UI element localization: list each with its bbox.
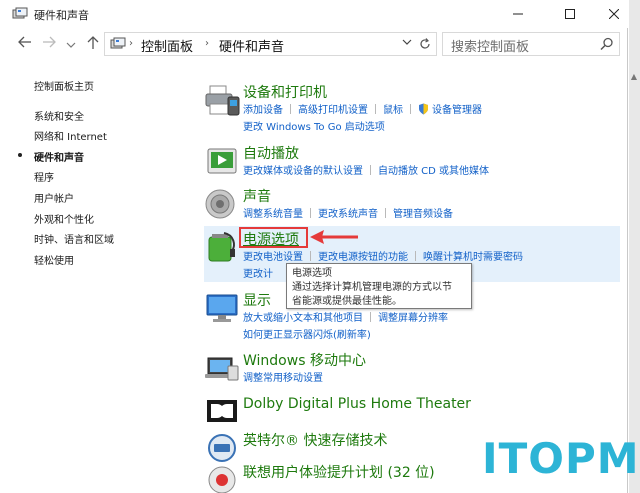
search-icon[interactable] <box>600 37 614 51</box>
close-icon <box>609 9 619 19</box>
address-dropdown-icon[interactable] <box>402 38 412 49</box>
sidebar-item-clock-region[interactable]: 时钟、语言和区域 <box>34 231 114 246</box>
back-arrow-icon <box>18 36 31 48</box>
link-windows-to-go[interactable]: 更改 Windows To Go 启动选项 <box>243 119 385 136</box>
intel-storage-icon <box>208 434 236 462</box>
address-bar[interactable]: › 控制面板 › 硬件和声音 <box>104 32 437 56</box>
maximize-button[interactable] <box>548 0 592 28</box>
link-adjust-resolution[interactable]: 调整屏幕分辨率 <box>378 310 448 327</box>
link-adjust-mobile-settings[interactable]: 调整常用移动设置 <box>243 370 323 387</box>
annotation-arrow-icon <box>310 230 358 244</box>
breadcrumb-hardware-sound[interactable]: 硬件和声音 <box>219 36 284 55</box>
speaker-icon <box>205 189 235 219</box>
recent-locations-button[interactable] <box>62 38 80 53</box>
control-panel-icon <box>110 37 126 49</box>
link-adjust-volume[interactable]: 调整系统音量 <box>243 206 303 223</box>
minimize-button[interactable] <box>496 0 540 28</box>
link-divider <box>310 208 311 218</box>
category-title-intel[interactable]: 英特尔® 快速存储技术 <box>243 430 387 450</box>
up-button[interactable] <box>84 36 102 53</box>
annotation-highlight-box <box>239 227 308 248</box>
category-title-lenovo[interactable]: 联想用户体验提升计划 (32 位) <box>243 462 435 482</box>
monitor-icon <box>206 294 238 322</box>
link-add-device[interactable]: 添加设备 <box>243 102 283 119</box>
window-title: 硬件和声音 <box>34 9 89 22</box>
title-bar: 硬件和声音 <box>0 0 628 28</box>
devices-links: 添加设备 高级打印机设置 鼠标 设备管理器 更改 Windows To Go 启动选项 <box>243 102 482 136</box>
search-box[interactable]: 搜索控制面板 <box>442 32 620 56</box>
link-zoom-text[interactable]: 放大或缩小文本和其他项目 <box>243 310 363 327</box>
link-divider <box>385 208 386 218</box>
navigation-bar: › 控制面板 › 硬件和声音 搜索控制面板 <box>0 28 628 62</box>
link-change-sleep-time[interactable]: 更改计 <box>243 266 273 283</box>
link-manage-audio-devices[interactable]: 管理音频设备 <box>393 206 453 223</box>
link-fix-flicker[interactable]: 如何更正显示器闪烁(刷新率) <box>243 327 371 344</box>
link-device-manager[interactable]: 设备管理器 <box>432 102 482 119</box>
category-title-sound[interactable]: 声音 <box>243 186 271 206</box>
link-change-media-defaults[interactable]: 更改媒体或设备的默认设置 <box>243 163 363 180</box>
sidebar-item-user-accounts[interactable]: 用户帐户 <box>34 190 74 205</box>
forward-arrow-icon <box>43 36 56 48</box>
maximize-icon <box>565 9 575 19</box>
autoplay-links: 更改媒体或设备的默认设置 自动播放 CD 或其他媒体 <box>243 163 489 180</box>
mobility-links: 调整常用移动设置 <box>243 370 323 387</box>
tooltip-title: 电源选项 <box>292 268 332 279</box>
link-divider <box>310 251 311 261</box>
chevron-down-icon <box>66 42 76 48</box>
back-button[interactable] <box>16 36 34 52</box>
link-divider <box>290 104 291 114</box>
link-divider <box>375 104 376 114</box>
display-links: 放大或缩小文本和其他项目 调整屏幕分辨率 如何更正显示器闪烁(刷新率) <box>243 310 448 344</box>
breadcrumb-chevron-icon: › <box>205 38 209 49</box>
category-title-dolby[interactable]: Dolby Digital Plus Home Theater <box>243 396 471 412</box>
category-title-autoplay[interactable]: 自动播放 <box>243 143 299 163</box>
tooltip-line-2: 省能源或提供最佳性能。 <box>292 296 402 307</box>
category-title-devices[interactable]: 设备和打印机 <box>243 82 327 102</box>
forward-button[interactable] <box>40 36 58 52</box>
link-divider <box>415 251 416 261</box>
sidebar-item-hardware-sound[interactable]: 硬件和声音 <box>34 149 84 164</box>
category-title-display[interactable]: 显示 <box>243 290 271 310</box>
power-options-tooltip: 电源选项 通过选择计算机管理电源的方式以节 省能源或提供最佳性能。 <box>286 263 472 309</box>
breadcrumb-chevron-icon: › <box>129 38 133 49</box>
sidebar-item-appearance[interactable]: 外观和个性化 <box>34 211 94 226</box>
sidebar-item-system-security[interactable]: 系统和安全 <box>34 108 84 123</box>
tooltip-line-1: 通过选择计算机管理电源的方式以节 <box>292 282 452 293</box>
autoplay-icon <box>207 148 237 174</box>
sidebar-item-programs[interactable]: 程序 <box>34 169 54 184</box>
printer-icon <box>205 85 240 116</box>
lenovo-experience-icon <box>208 466 236 493</box>
link-mouse[interactable]: 鼠标 <box>383 102 403 119</box>
minimize-icon <box>513 13 523 15</box>
link-change-system-sounds[interactable]: 更改系统声音 <box>318 206 378 223</box>
sidebar-item-ease-of-access[interactable]: 轻松使用 <box>34 252 74 267</box>
control-panel-icon <box>12 7 28 19</box>
link-autoplay-cd[interactable]: 自动播放 CD 或其他媒体 <box>378 163 489 180</box>
sidebar-item-network-internet[interactable]: 网络和 Internet <box>34 128 107 143</box>
scroll-up-arrow-icon[interactable]: ▲ <box>628 68 640 84</box>
shield-icon <box>419 103 428 115</box>
active-item-bullet <box>18 153 22 157</box>
refresh-button[interactable] <box>413 32 437 56</box>
breadcrumb-control-panel[interactable]: 控制面板 <box>141 36 193 55</box>
control-panel-window: 硬件和声音 › 控制面板 › 硬件和声音 搜索控制面板 控制面板主页 系统和安全… <box>0 0 628 493</box>
watermark-text: ITOPM <box>482 434 640 483</box>
mobility-center-icon <box>205 357 239 381</box>
search-placeholder: 搜索控制面板 <box>451 40 530 55</box>
category-title-mobility[interactable]: Windows 移动中心 <box>243 350 366 370</box>
dolby-icon <box>207 400 237 422</box>
battery-power-icon <box>208 232 235 262</box>
up-arrow-icon <box>87 36 99 49</box>
refresh-icon <box>419 38 430 49</box>
sound-links: 调整系统音量 更改系统声音 管理音频设备 <box>243 206 453 223</box>
link-divider <box>370 312 371 322</box>
sidebar-item-control-panel-home[interactable]: 控制面板主页 <box>34 78 94 93</box>
watermark-logo: ITOPM <box>470 432 640 493</box>
link-divider <box>370 165 371 175</box>
link-divider <box>410 104 411 114</box>
link-advanced-printer-setup[interactable]: 高级打印机设置 <box>298 102 368 119</box>
